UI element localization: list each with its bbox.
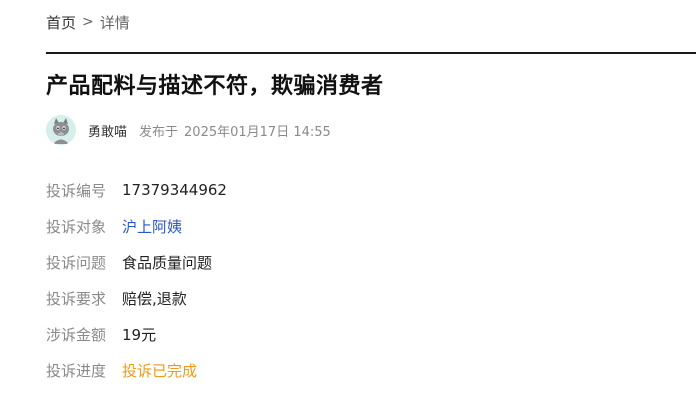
detail-row-issue: 投诉问题 食品质量问题 xyxy=(46,244,227,280)
publish-time: 2025年01月17日 14:55 xyxy=(184,124,331,140)
detail-label: 涉诉金额 xyxy=(46,325,107,344)
title-divider xyxy=(46,52,696,54)
detail-label: 投诉问题 xyxy=(46,253,107,272)
detail-row-demand: 投诉要求 赔偿,退款 xyxy=(46,280,227,316)
detail-label: 投诉对象 xyxy=(46,217,107,236)
breadcrumb: 首页 > 详情 xyxy=(46,11,130,33)
detail-row-amount: 涉诉金额 19元 xyxy=(46,316,227,352)
author-name[interactable]: 勇敢喵 xyxy=(88,121,127,140)
complaint-demand-value: 赔偿,退款 xyxy=(122,289,187,308)
detail-label: 投诉编号 xyxy=(46,181,107,200)
detail-label: 投诉要求 xyxy=(46,289,107,308)
publish-prefix: 发布于 xyxy=(139,124,179,140)
complaint-issue-value: 食品质量问题 xyxy=(122,253,213,272)
complaint-details: 投诉编号 17379344962 投诉对象 沪上阿姨 投诉问题 食品质量问题 投… xyxy=(46,172,227,388)
detail-row-progress: 投诉进度 投诉已完成 xyxy=(46,352,227,388)
detail-row-complaint-id: 投诉编号 17379344962 xyxy=(46,172,227,208)
cat-avatar-icon[interactable] xyxy=(46,115,76,145)
detail-label: 投诉进度 xyxy=(46,361,107,380)
complaint-amount-value: 19元 xyxy=(122,325,157,344)
breadcrumb-home-link[interactable]: 首页 xyxy=(46,12,76,33)
complaint-status-badge: 投诉已完成 xyxy=(122,361,198,380)
detail-row-target: 投诉对象 沪上阿姨 xyxy=(46,208,227,244)
complaint-id-value: 17379344962 xyxy=(122,181,227,199)
complaint-target-link[interactable]: 沪上阿姨 xyxy=(122,216,182,237)
breadcrumb-separator: > xyxy=(82,14,94,30)
page-title: 产品配料与描述不符，欺骗消费者 xyxy=(46,74,384,99)
post-meta: 勇敢喵 发布于 2025年01月17日 14:55 xyxy=(46,114,331,146)
breadcrumb-current: 详情 xyxy=(99,13,130,32)
publish-info: 发布于 2025年01月17日 14:55 xyxy=(139,121,331,140)
